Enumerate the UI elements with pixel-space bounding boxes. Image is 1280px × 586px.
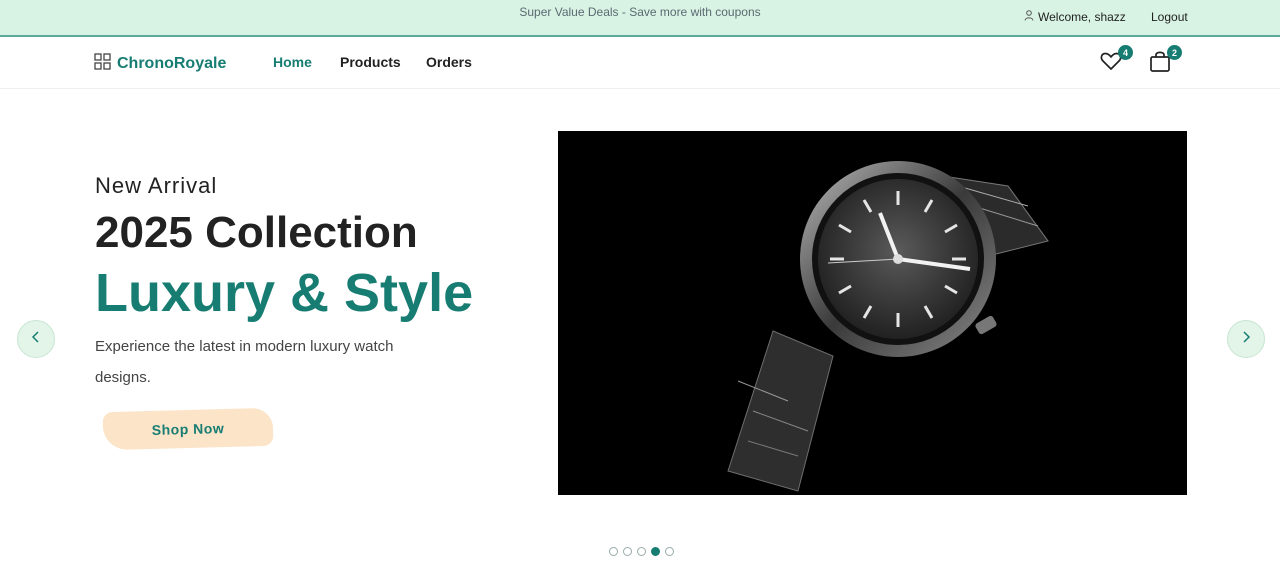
brand-logo[interactable]: ChronoRoyale [94,53,226,75]
cart-count-badge: 2 [1167,45,1182,60]
hero-watch-image [558,131,1187,495]
carousel-dot[interactable] [637,547,646,556]
grid-logo-icon [94,53,111,75]
hero-title: 2025 Collection [95,208,418,257]
carousel-dot[interactable] [665,547,674,556]
welcome-area: Welcome, shazz [1024,10,1126,24]
bag-icon [1148,51,1172,77]
hero-accent-title: Luxury & Style [95,263,474,323]
wishlist-button[interactable]: 4 [1099,45,1133,77]
welcome-text: Welcome, shazz [1038,10,1126,24]
chevron-right-icon [1240,330,1252,349]
carousel-dot[interactable] [651,547,660,556]
main-navbar: ChronoRoyale Home Products Orders 4 2 [0,37,1280,89]
carousel-next-button[interactable] [1227,320,1265,358]
nav-orders[interactable]: Orders [426,54,472,70]
wishlist-count-badge: 4 [1118,45,1133,60]
hero-kicker: New Arrival [95,173,218,198]
heart-icon [1099,52,1123,77]
carousel-prev-button[interactable] [17,320,55,358]
shop-now-button[interactable]: Shop Now [102,407,274,451]
chevron-left-icon [30,330,42,349]
user-icon [1024,10,1034,24]
logout-link[interactable]: Logout [1151,10,1188,24]
carousel-dot[interactable] [609,547,618,556]
cart-button[interactable]: 2 [1148,45,1182,77]
top-bar: Super Value Deals - Save more with coupo… [0,0,1280,37]
carousel-dot[interactable] [623,547,632,556]
brand-name: ChronoRoyale [117,55,227,72]
nav-home[interactable]: Home [273,54,312,70]
hero-description: Experience the latest in modern luxury w… [95,338,394,386]
nav-products[interactable]: Products [340,54,401,70]
carousel-dots [609,547,674,556]
